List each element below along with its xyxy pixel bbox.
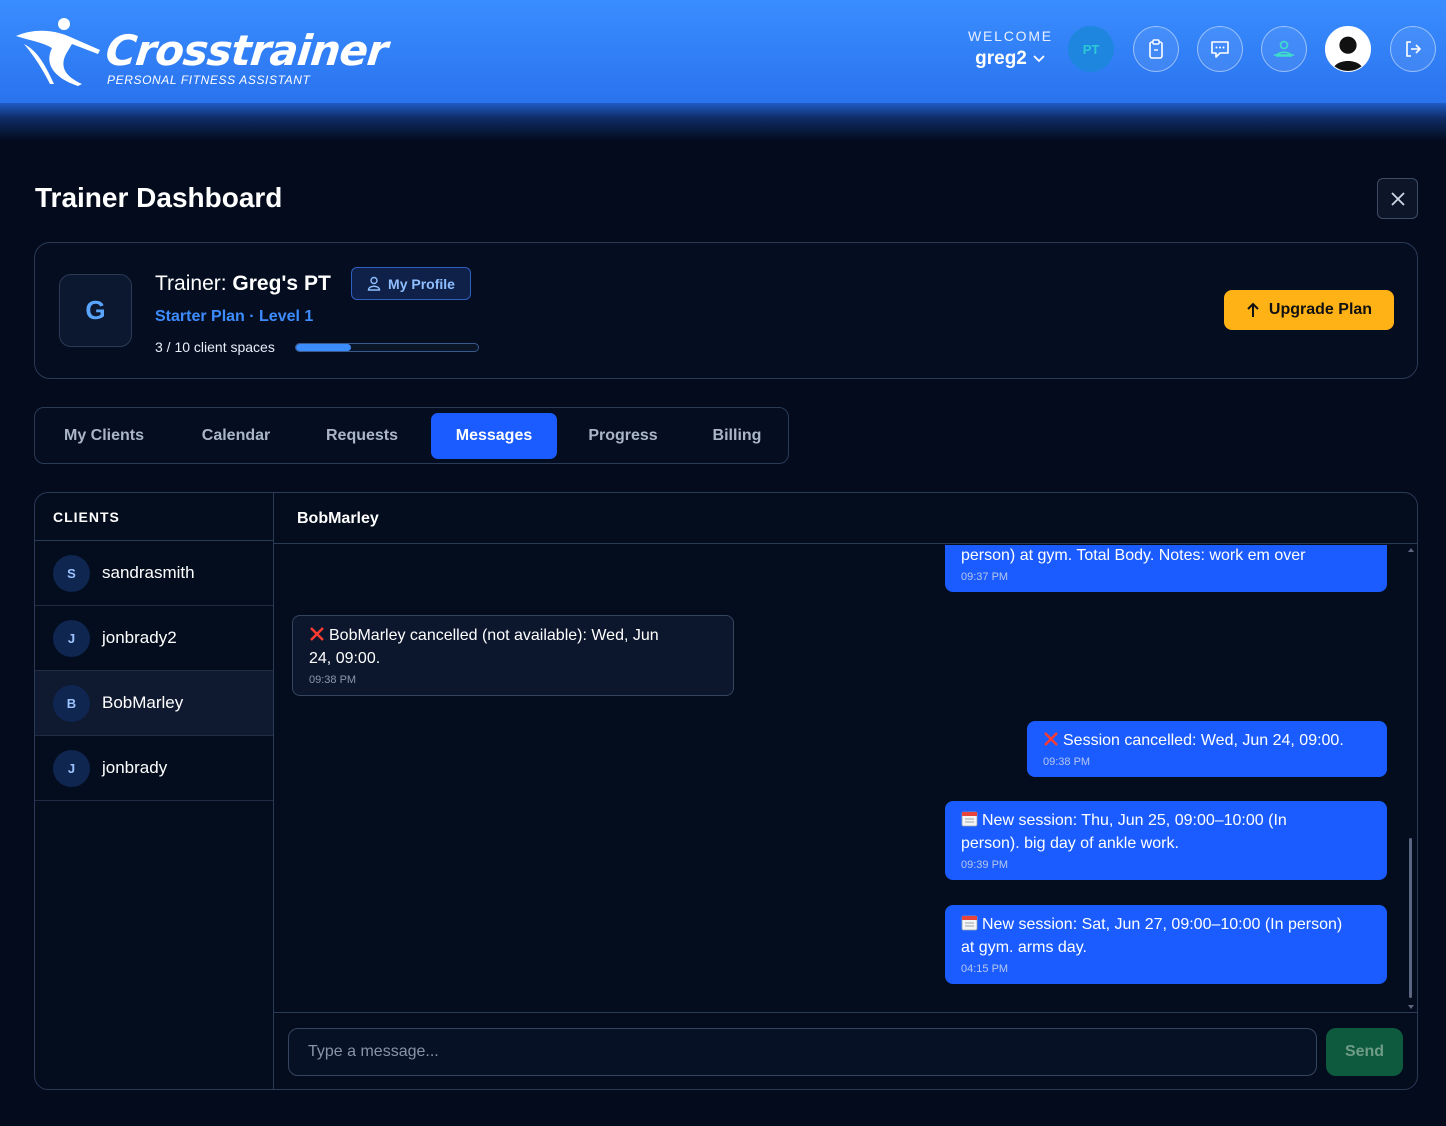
clipboard-button[interactable]: [1133, 26, 1179, 72]
calendar-icon: [961, 811, 978, 827]
trainer-name: Greg's PT: [232, 272, 331, 295]
message-bubble: New session: Sat, Jun 27, 09:00–10:00 (I…: [945, 905, 1387, 984]
app-logo[interactable]: Crosstrainer PERSONAL FITNESS ASSISTANT: [14, 14, 390, 90]
client-avatar: B: [53, 684, 90, 722]
plan-level: Starter Plan · Level 1: [155, 308, 314, 325]
tab-billing[interactable]: Billing: [689, 413, 785, 459]
client-spaces-text: 3 / 10 client spaces: [155, 339, 275, 355]
message-time: 09:38 PM: [309, 674, 357, 686]
pt-badge-button[interactable]: PT: [1068, 26, 1114, 72]
chevron-down-icon: [1033, 55, 1045, 63]
upgrade-plan-button[interactable]: Upgrade Plan: [1224, 290, 1394, 330]
message-time: 09:37 PM: [961, 571, 1009, 583]
message-time: 09:38 PM: [1043, 756, 1091, 768]
client-item-bobmarley[interactable]: B BobMarley: [35, 671, 273, 736]
message-composer: Send: [274, 1012, 1417, 1089]
client-avatar: J: [53, 749, 90, 787]
client-item-jonbrady2[interactable]: J jonbrady2: [35, 606, 273, 671]
client-name: BobMarley: [102, 693, 184, 712]
welcome-label: WELCOME: [968, 28, 1053, 44]
tab-messages[interactable]: Messages: [431, 413, 557, 459]
tab-my-clients[interactable]: My Clients: [41, 413, 167, 459]
my-profile-button[interactable]: My Profile: [351, 267, 471, 300]
tab-calendar[interactable]: Calendar: [173, 413, 299, 459]
message-text-cont: 24, 09:00.: [309, 650, 381, 667]
header-glow: [0, 103, 1446, 141]
message-time: 04:15 PM: [961, 963, 1009, 975]
message-text-cont: person). big day of ankle work.: [961, 835, 1179, 852]
tab-requests[interactable]: Requests: [305, 413, 419, 459]
message-time: 09:39 PM: [961, 859, 1009, 871]
chat-scrollbar[interactable]: [1406, 545, 1416, 1012]
page-title: Trainer Dashboard: [35, 182, 283, 213]
pt-badge-label: PT: [1082, 41, 1100, 57]
trainer-title: Trainer: Greg's PT: [155, 272, 331, 296]
welcome-block[interactable]: WELCOME greg2: [968, 28, 1052, 70]
client-name: jonbrady: [102, 758, 168, 777]
close-dashboard-button[interactable]: [1377, 178, 1418, 219]
messages-panel: CLIENTS S sandrasmith J jonbrady2 B BobM…: [34, 492, 1418, 1090]
message-text: BobMarley cancelled (not available): Wed…: [329, 627, 659, 644]
message-bubble: person) at gym. Total Body. Notes: work …: [945, 545, 1387, 592]
user-avatar-icon: [1332, 36, 1364, 71]
clients-sidebar: CLIENTS S sandrasmith J jonbrady2 B BobM…: [35, 493, 274, 1089]
runner-logo-icon: [16, 18, 100, 86]
calendar-icon: [961, 915, 978, 931]
user-menu-toggle[interactable]: greg2: [968, 48, 1052, 70]
scrollbar-thumb[interactable]: [1409, 838, 1412, 998]
logout-icon: [1406, 41, 1422, 57]
message-text: New session: Sat, Jun 27, 09:00–10:00 (I…: [982, 916, 1343, 933]
username-label: greg2: [975, 48, 1027, 69]
logo-wordmark: Crosstrainer: [103, 26, 390, 75]
client-avatar: S: [53, 554, 90, 592]
clipboard-icon: [1149, 39, 1163, 59]
message-bubble: Session cancelled: Wed, Jun 24, 09:00. 0…: [1027, 721, 1387, 777]
upgrade-plan-label: Upgrade Plan: [1268, 301, 1373, 318]
client-spaces-progress: [295, 343, 479, 352]
message-input[interactable]: [288, 1028, 1317, 1076]
close-icon: [1390, 191, 1405, 206]
scroll-up-arrow-icon[interactable]: [1408, 548, 1414, 552]
message-text-cont: at gym. arms day.: [961, 939, 1087, 956]
send-button[interactable]: Send: [1326, 1028, 1403, 1076]
messages-button[interactable]: [1197, 26, 1243, 72]
chat-contact-name: BobMarley: [274, 493, 1417, 544]
dashboard-tabs: My Clients Calendar Requests Messages Pr…: [34, 407, 789, 464]
chat-messages[interactable]: person) at gym. Total Body. Notes: work …: [274, 545, 1417, 1012]
client-item-sandrasmith[interactable]: S sandrasmith: [35, 541, 273, 606]
message-text: person) at gym. Total Body. Notes: work …: [961, 547, 1306, 564]
team-button[interactable]: [1261, 26, 1307, 72]
trainer-label: Trainer:: [155, 272, 227, 295]
cross-mark-icon: [1044, 732, 1058, 746]
logo-tagline: PERSONAL FITNESS ASSISTANT: [107, 73, 311, 87]
message-text: Session cancelled: Wed, Jun 24, 09:00.: [1063, 732, 1344, 749]
message-text: New session: Thu, Jun 25, 09:00–10:00 (I…: [982, 812, 1287, 829]
client-item-jonbrady[interactable]: J jonbrady: [35, 736, 273, 801]
tab-progress[interactable]: Progress: [563, 413, 683, 459]
arrow-up-icon: [1247, 302, 1259, 317]
client-spaces-progress-fill: [296, 344, 351, 351]
logout-button[interactable]: [1390, 26, 1436, 72]
cross-mark-icon: [310, 627, 324, 641]
chat-icon: [1211, 41, 1229, 58]
my-profile-label: My Profile: [388, 275, 455, 292]
message-bubble: BobMarley cancelled (not available): Wed…: [292, 615, 734, 696]
trainer-profile-card: G Trainer: Greg's PT My Profile Starter …: [34, 242, 1418, 379]
trainer-avatar: G: [59, 274, 132, 347]
client-avatar: J: [53, 619, 90, 657]
message-bubble: New session: Thu, Jun 25, 09:00–10:00 (I…: [945, 801, 1387, 880]
person-icon: [367, 276, 381, 291]
client-name: jonbrady2: [102, 628, 177, 647]
scroll-down-arrow-icon[interactable]: [1408, 1005, 1414, 1009]
user-avatar-button[interactable]: [1325, 26, 1371, 72]
clients-heading: CLIENTS: [35, 493, 273, 541]
client-name: sandrasmith: [102, 563, 195, 582]
team-icon: [1274, 40, 1294, 57]
